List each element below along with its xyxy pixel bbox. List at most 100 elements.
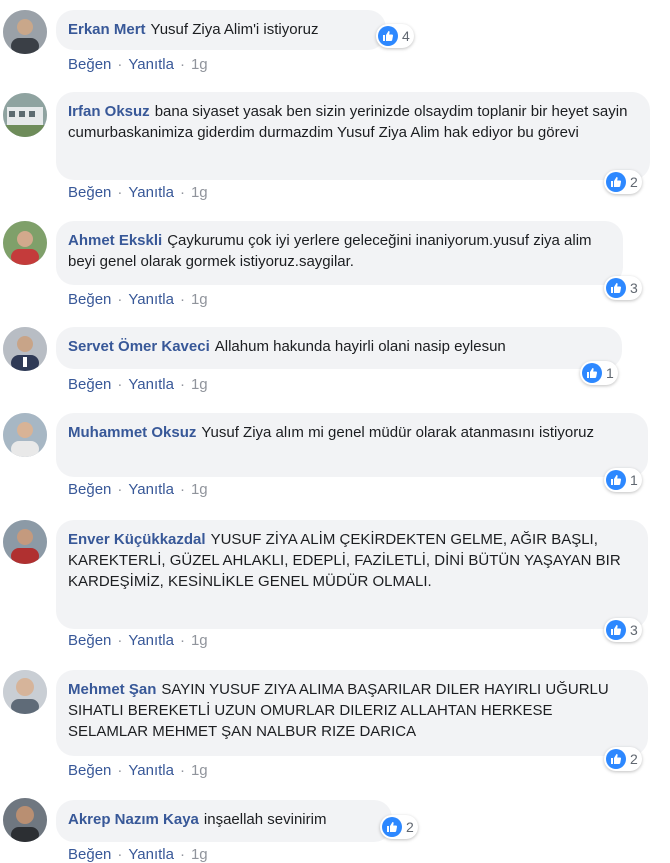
separator: · <box>117 291 123 308</box>
reaction-count[interactable]: 4 <box>376 24 414 48</box>
avatar[interactable] <box>3 10 47 54</box>
like-link[interactable]: Beğen <box>68 56 111 73</box>
like-count: 3 <box>630 280 638 296</box>
thumbs-up-icon <box>378 26 398 46</box>
separator: · <box>117 56 123 73</box>
comment-author[interactable]: Erkan Mert <box>68 21 146 38</box>
like-link[interactable]: Beğen <box>68 291 111 308</box>
timestamp[interactable]: 1g <box>191 762 208 779</box>
reply-link[interactable]: Yanıtla <box>128 376 174 393</box>
separator: · <box>117 762 123 779</box>
reaction-count[interactable]: 2 <box>380 815 418 839</box>
timestamp[interactable]: 1g <box>191 56 208 73</box>
comment-text: Yusuf Ziya Alim'i istiyoruz <box>150 21 319 38</box>
thumbs-up-icon <box>606 620 626 640</box>
reply-link[interactable]: Yanıtla <box>128 632 174 649</box>
avatar[interactable] <box>3 413 47 457</box>
thumbs-up-icon <box>606 172 626 192</box>
separator: · <box>179 846 185 863</box>
comment-text: inşaellah sevinirim <box>203 811 327 828</box>
avatar[interactable] <box>3 327 47 371</box>
like-count: 4 <box>402 28 410 44</box>
comment-bubble: Servet Ömer Kaveci Allahum hakunda hayirl… <box>56 327 622 369</box>
reaction-count[interactable]: 2 <box>604 747 642 771</box>
reaction-count[interactable]: 3 <box>604 618 642 642</box>
avatar[interactable] <box>3 221 47 265</box>
comment-actions: Beğen · Yanıtla · 1g <box>68 56 208 73</box>
timestamp[interactable]: 1g <box>191 184 208 201</box>
like-count: 3 <box>630 622 638 638</box>
comment-author[interactable]: Enver Küçükkazdal <box>68 531 206 548</box>
like-count: 1 <box>630 472 638 488</box>
separator: · <box>117 184 123 201</box>
timestamp[interactable]: 1g <box>191 291 208 308</box>
comment-text: Allahum hakunda hayirli olani nasip eyle… <box>214 338 506 355</box>
comment-actions: Beğen · Yanıtla · 1g <box>68 632 208 649</box>
thumbs-up-icon <box>606 278 626 298</box>
separator: · <box>117 481 123 498</box>
timestamp[interactable]: 1g <box>191 846 208 863</box>
separator: · <box>117 846 123 863</box>
like-link[interactable]: Beğen <box>68 762 111 779</box>
comment-actions: Beğen · Yanıtla · 1g <box>68 184 208 201</box>
separator: · <box>179 184 185 201</box>
avatar[interactable] <box>3 670 47 714</box>
like-link[interactable]: Beğen <box>68 481 111 498</box>
reaction-count[interactable]: 2 <box>604 170 642 194</box>
avatar[interactable] <box>3 93 47 137</box>
reply-link[interactable]: Yanıtla <box>128 56 174 73</box>
comment-actions: Beğen · Yanıtla · 1g <box>68 481 208 498</box>
reply-link[interactable]: Yanıtla <box>128 481 174 498</box>
reaction-count[interactable]: 1 <box>604 468 642 492</box>
comment-author[interactable]: Akrep Nazım Kaya <box>68 811 199 828</box>
timestamp[interactable]: 1g <box>191 481 208 498</box>
separator: · <box>179 291 185 308</box>
comment-author[interactable]: Ahmet Ekskli <box>68 232 162 249</box>
avatar[interactable] <box>3 520 47 564</box>
separator: · <box>179 56 185 73</box>
comment-bubble: Mehmet Şan SAYIN YUSUF ZIYA ALIMA BAŞARIL… <box>56 670 648 756</box>
reaction-count[interactable]: 3 <box>604 276 642 300</box>
reply-link[interactable]: Yanıtla <box>128 846 174 863</box>
comment-bubble: Irfan Oksuz bana siyaset yasak ben sizin … <box>56 92 650 180</box>
reaction-count[interactable]: 1 <box>580 361 618 385</box>
comment-author[interactable]: Irfan Oksuz <box>68 103 150 120</box>
like-count: 2 <box>630 751 638 767</box>
thumbs-up-icon <box>382 817 402 837</box>
like-count: 2 <box>406 819 414 835</box>
comment-text: bana siyaset yasak ben sizin yerinizde o… <box>68 103 628 141</box>
comment-author[interactable]: Servet Ömer Kaveci <box>68 338 210 355</box>
comment-actions: Beğen · Yanıtla · 1g <box>68 762 208 779</box>
like-link[interactable]: Beğen <box>68 376 111 393</box>
separator: · <box>117 632 123 649</box>
comment-bubble: Muhammet Oksuz Yusuf Ziya alım mi genel m… <box>56 413 648 477</box>
like-link[interactable]: Beğen <box>68 632 111 649</box>
like-link[interactable]: Beğen <box>68 184 111 201</box>
comment-actions: Beğen · Yanıtla · 1g <box>68 291 208 308</box>
separator: · <box>179 762 185 779</box>
like-link[interactable]: Beğen <box>68 846 111 863</box>
reply-link[interactable]: Yanıtla <box>128 291 174 308</box>
comment-author[interactable]: Mehmet Şan <box>68 681 156 698</box>
comment-bubble: Akrep Nazım Kaya inşaellah sevinirim <box>56 800 392 842</box>
timestamp[interactable]: 1g <box>191 376 208 393</box>
thumbs-up-icon <box>606 470 626 490</box>
separator: · <box>179 481 185 498</box>
like-count: 1 <box>606 365 614 381</box>
separator: · <box>117 376 123 393</box>
like-count: 2 <box>630 174 638 190</box>
timestamp[interactable]: 1g <box>191 632 208 649</box>
separator: · <box>179 632 185 649</box>
avatar[interactable] <box>3 798 47 842</box>
comment-text: Yusuf Ziya alım mi genel müdür olarak at… <box>201 424 595 441</box>
comment-bubble: Ahmet Ekskli Çaykurumu çok iyi yerlere ge… <box>56 221 623 285</box>
thumbs-up-icon <box>606 749 626 769</box>
comment-actions: Beğen · Yanıtla · 1g <box>68 846 208 863</box>
separator: · <box>179 376 185 393</box>
comment-author[interactable]: Muhammet Oksuz <box>68 424 196 441</box>
comment-bubble: Enver Küçükkazdal YUSUF ZİYA ALİM ÇEKİRDE… <box>56 520 648 629</box>
reply-link[interactable]: Yanıtla <box>128 184 174 201</box>
thumbs-up-icon <box>582 363 602 383</box>
reply-link[interactable]: Yanıtla <box>128 762 174 779</box>
comment-bubble: Erkan Mert Yusuf Ziya Alim'i istiyoruz <box>56 10 386 50</box>
